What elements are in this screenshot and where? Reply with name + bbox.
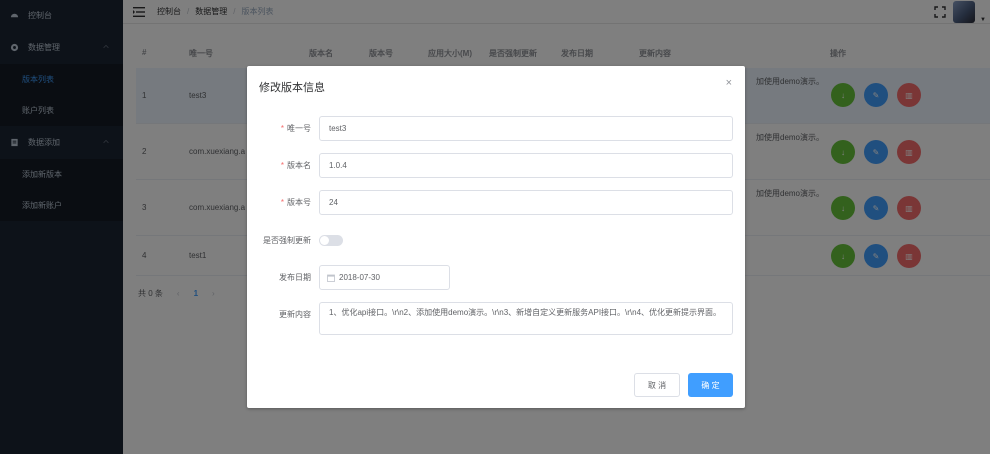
form-row-version-name: * 版本名 <box>247 153 745 178</box>
confirm-button[interactable]: 确 定 <box>688 373 733 397</box>
release-date-value: 2018-07-30 <box>339 273 380 282</box>
uid-input[interactable] <box>319 116 733 141</box>
dialog-title: 修改版本信息 <box>259 82 325 94</box>
field-label: * 版本名 <box>281 160 311 171</box>
field-label: 更新内容 <box>279 310 311 319</box>
required-mark: * <box>280 124 284 133</box>
form-row-version-code: * 版本号 <box>247 190 745 215</box>
required-mark: * <box>280 198 284 207</box>
force-update-switch[interactable] <box>319 235 343 246</box>
form-row-force-update: 是否强制更新 <box>247 228 745 253</box>
field-label-text: 唯一号 <box>287 124 311 133</box>
form-row-uid: * 唯一号 <box>247 116 745 141</box>
close-icon[interactable]: × <box>726 77 732 89</box>
cancel-button[interactable]: 取 消 <box>634 373 680 397</box>
release-date-picker[interactable]: 2018-07-30 <box>319 265 450 290</box>
content-textarea[interactable]: 1、优化api接口。\r\n2、添加使用demo演示。\r\n3、新增自定义更新… <box>319 302 733 335</box>
calendar-icon <box>327 274 335 282</box>
field-label: * 版本号 <box>281 197 311 208</box>
edit-version-dialog: 修改版本信息 × *唯一号 *版本名 *版本号 是否强制更新 发布日期 2018… <box>247 66 745 408</box>
field-label: * 唯一号 <box>281 123 311 134</box>
field-label: 是否强制更新 <box>263 236 311 245</box>
field-label-text: 版本号 <box>287 198 311 207</box>
version-code-input[interactable] <box>319 190 733 215</box>
field-label: 发布日期 <box>279 273 311 282</box>
form-row-content: 更新内容 1、优化api接口。\r\n2、添加使用demo演示。\r\n3、新增… <box>247 302 745 336</box>
field-label-text: 版本名 <box>287 161 311 170</box>
version-name-input[interactable] <box>319 153 733 178</box>
required-mark: * <box>280 161 284 170</box>
form-row-release-date: 发布日期 2018-07-30 <box>247 265 745 290</box>
